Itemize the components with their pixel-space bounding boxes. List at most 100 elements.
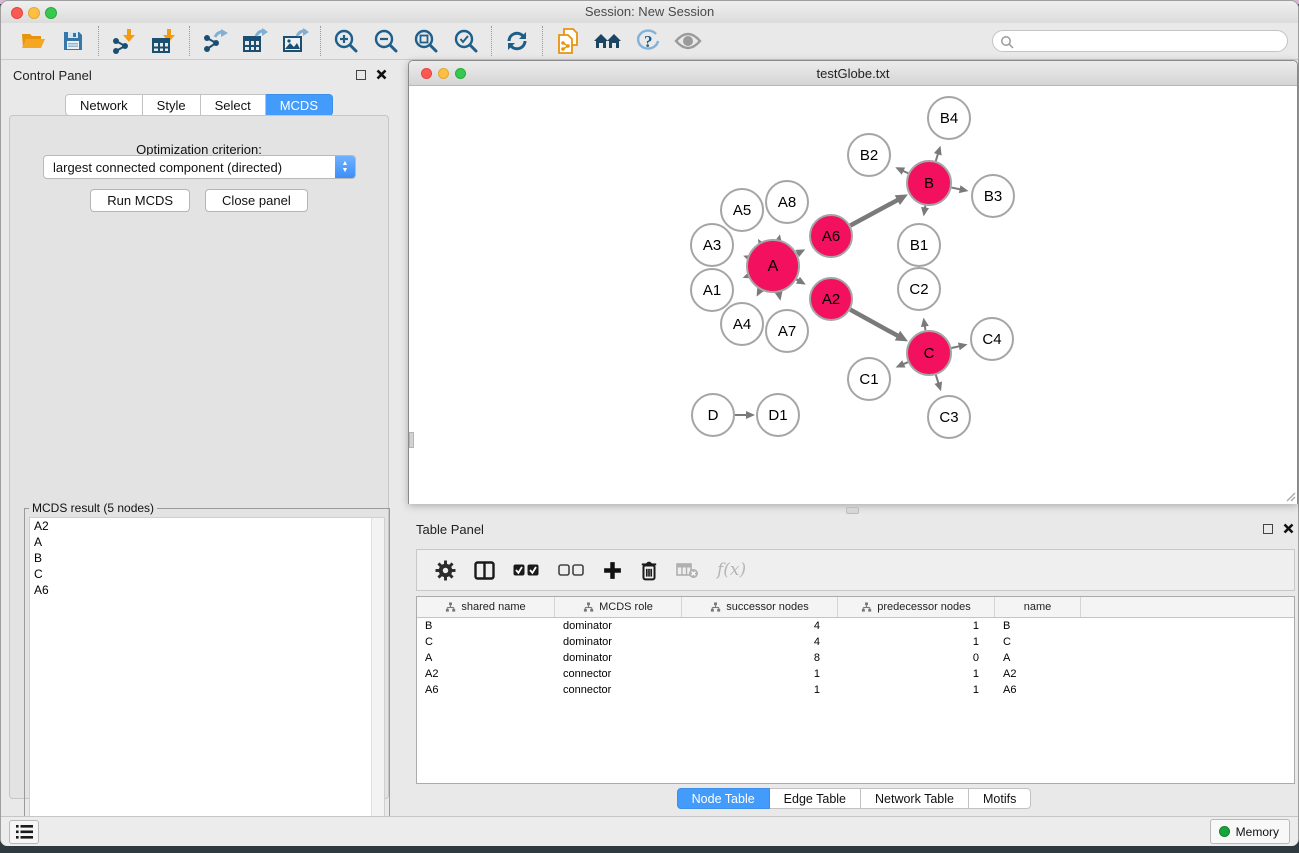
edge-A2-C[interactable]	[850, 310, 899, 337]
show-column-icon[interactable]	[474, 561, 495, 580]
show-hide-details-button[interactable]	[668, 25, 708, 57]
result-list-item[interactable]: A6	[30, 582, 384, 598]
tab-motifs[interactable]: Motifs	[969, 788, 1031, 809]
graph-node-label-A2: A2	[822, 291, 840, 308]
tab-node-table[interactable]: Node Table	[677, 788, 770, 809]
graph-node-label-A: A	[768, 258, 779, 275]
add-column-icon[interactable]	[603, 561, 622, 580]
network-canvas[interactable]: B4B2BB3A8A5A6A3B1AA1C2A2A4A7C4CC1DD1C3	[409, 86, 1297, 504]
table-panel-header: Table Panel	[408, 519, 1299, 541]
network-view-window: testGlobe.txt B4B2BB3A8A5A6A3B1AA1C2A2A4…	[408, 60, 1298, 504]
help-icon: ?	[635, 28, 661, 54]
close-panel-icon[interactable]	[376, 69, 387, 80]
zoom-selected-button[interactable]	[446, 25, 486, 57]
edge-A6-B[interactable]	[850, 199, 899, 225]
save-session-button[interactable]	[53, 25, 93, 57]
resize-grip-icon[interactable]	[1283, 489, 1296, 502]
close-panel-button[interactable]: Close panel	[205, 189, 308, 212]
refresh-button[interactable]	[497, 25, 537, 57]
zoom-in-button[interactable]	[326, 25, 366, 57]
tab-network[interactable]: Network	[65, 94, 143, 116]
result-list-item[interactable]: C	[30, 566, 384, 582]
zoom-network-window-button[interactable]	[455, 68, 466, 79]
edge-arrowhead	[934, 381, 942, 391]
column-header-successor-nodes[interactable]: successor nodes	[682, 597, 838, 617]
column-header-shared-name[interactable]: shared name	[417, 597, 555, 617]
help-button[interactable]: ?	[628, 25, 668, 57]
show-panels-button[interactable]	[9, 820, 39, 844]
result-list-item[interactable]: A	[30, 534, 384, 550]
import-table-button[interactable]	[144, 25, 184, 57]
close-network-window-button[interactable]	[421, 68, 432, 79]
toolbar-separator	[98, 26, 99, 56]
tab-edge-table[interactable]: Edge Table	[770, 788, 861, 809]
tab-select[interactable]: Select	[201, 94, 266, 116]
new-network-from-selection-icon	[555, 27, 581, 55]
table-cell: 8	[682, 650, 838, 666]
memory-button[interactable]: Memory	[1210, 819, 1290, 844]
table-row[interactable]: A6connector11A6	[417, 682, 1294, 698]
close-window-button[interactable]	[11, 7, 23, 19]
select-all-icon[interactable]	[513, 564, 540, 577]
table-row[interactable]: Bdominator41B	[417, 618, 1294, 634]
float-table-panel-icon[interactable]	[1263, 524, 1273, 534]
minimize-window-button[interactable]	[28, 7, 40, 19]
table-header-row: shared nameMCDS rolesuccessor nodesprede…	[417, 597, 1294, 618]
panel-collapse-handle[interactable]	[409, 432, 414, 448]
main-window: Session: New Session	[0, 0, 1299, 845]
export-image-icon	[282, 28, 309, 54]
network-graph[interactable]: B4B2BB3A8A5A6A3B1AA1C2A2A4A7C4CC1DD1C3	[409, 86, 1297, 504]
close-table-panel-icon[interactable]	[1283, 523, 1294, 534]
open-session-button[interactable]	[13, 25, 53, 57]
export-image-button[interactable]	[275, 25, 315, 57]
zoom-fit-button[interactable]	[406, 25, 446, 57]
graph-node-label-C1: C1	[859, 371, 878, 388]
graph-node-label-A4: A4	[733, 316, 751, 333]
tab-mcds[interactable]: MCDS	[266, 94, 333, 116]
column-header-predecessor-nodes[interactable]: predecessor nodes	[838, 597, 995, 617]
table-row[interactable]: Adominator80A	[417, 650, 1294, 666]
column-type-icon	[710, 602, 721, 613]
edge-arrowhead	[958, 342, 968, 350]
graph-node-label-C: C	[924, 345, 935, 362]
tab-network-table[interactable]: Network Table	[861, 788, 969, 809]
run-mcds-button[interactable]: Run MCDS	[90, 189, 190, 212]
delete-column-icon[interactable]	[640, 560, 658, 581]
result-list-item[interactable]: A2	[30, 518, 384, 534]
mcds-result-list[interactable]: A2ABCA6	[29, 517, 385, 839]
table-options-gear-icon[interactable]	[435, 560, 456, 581]
column-header-MCDS-role[interactable]: MCDS role	[555, 597, 682, 617]
table-cell: 1	[682, 682, 838, 698]
zoom-out-button[interactable]	[366, 25, 406, 57]
column-header-name[interactable]: name	[995, 597, 1081, 617]
import-network-button[interactable]	[104, 25, 144, 57]
table-cell: A2	[417, 666, 555, 682]
edge-arrowhead	[921, 318, 929, 328]
new-network-from-selection-button[interactable]	[548, 25, 588, 57]
cybrowser-home-button[interactable]	[588, 25, 628, 57]
graph-node-label-B2: B2	[860, 147, 878, 164]
zoom-window-button[interactable]	[45, 7, 57, 19]
table-row[interactable]: Cdominator41C	[417, 634, 1294, 650]
table-row[interactable]: A2connector11A2	[417, 666, 1294, 682]
column-header-label: name	[1024, 601, 1052, 613]
control-panel-title: Control Panel	[13, 68, 92, 83]
graph-node-label-C2: C2	[909, 281, 928, 298]
tab-style[interactable]: Style	[143, 94, 201, 116]
splitter-handle[interactable]	[846, 507, 859, 514]
table-cell: 1	[838, 618, 995, 634]
main-toolbar: ?	[1, 23, 1298, 60]
export-network-button[interactable]	[195, 25, 235, 57]
float-panel-icon[interactable]	[356, 70, 366, 80]
optimization-criterion-select[interactable]: largest connected component (directed) ▲…	[43, 155, 356, 179]
edge-arrowhead	[959, 185, 969, 193]
minimize-network-window-button[interactable]	[438, 68, 449, 79]
result-scrollbar[interactable]	[371, 518, 384, 838]
export-table-button[interactable]	[235, 25, 275, 57]
unselect-all-icon[interactable]	[558, 564, 585, 577]
result-list-item[interactable]: B	[30, 550, 384, 566]
home-icon	[593, 30, 623, 52]
search-input[interactable]	[1017, 32, 1279, 50]
graph-node-label-B: B	[924, 175, 934, 192]
toolbar-separator	[542, 26, 543, 56]
